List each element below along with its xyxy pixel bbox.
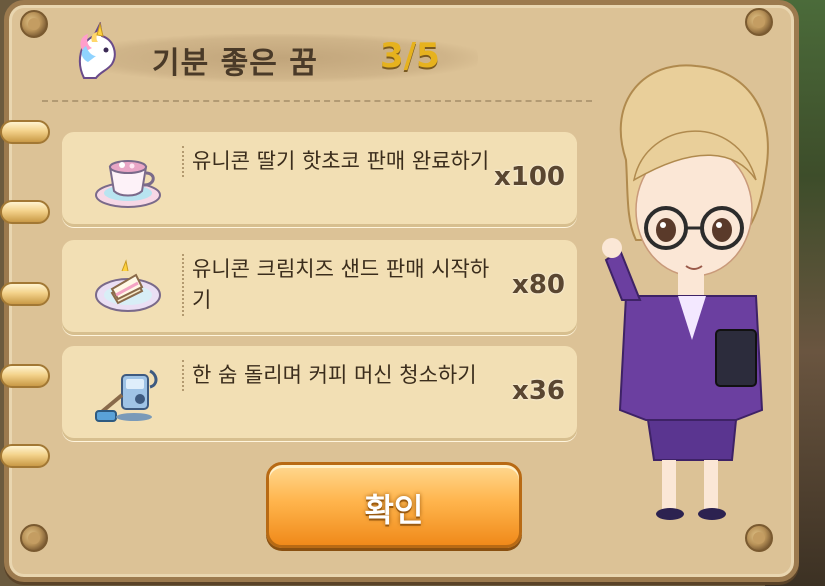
quest-title: 기분 좋은 꿈 xyxy=(152,46,318,81)
task-description: 한 숨 돌리며 커피 머신 청소하기 xyxy=(182,360,492,391)
task-description: 유니콘 크림치즈 샌드 판매 시작하기 xyxy=(182,254,492,316)
secretary-character xyxy=(602,64,769,520)
task-card: 유니콘 딸기 핫초코 판매 완료하기 x100 xyxy=(62,132,577,227)
binder-ring xyxy=(0,200,50,224)
task-count: x100 xyxy=(493,162,565,192)
binder-ring xyxy=(0,364,50,388)
quest-progress: 3/5 xyxy=(380,36,440,76)
task-card: 한 숨 돌리며 커피 머신 청소하기 x36 xyxy=(62,346,577,441)
binder-ring xyxy=(0,120,50,144)
teacup-icon xyxy=(95,160,161,208)
task-count: x80 xyxy=(512,270,565,300)
rivet-top-right xyxy=(745,8,773,36)
task-count: x36 xyxy=(512,376,565,406)
confirm-button[interactable]: 확인 xyxy=(266,462,522,548)
quest-header: 기분 좋은 꿈 3/5 xyxy=(60,20,580,90)
task-card: 유니콘 크림치즈 샌드 판매 시작하기 x80 xyxy=(62,240,577,335)
sandwich-plate-icon xyxy=(95,259,161,312)
rivet-top-left xyxy=(20,10,48,38)
cleaning-tools-icon xyxy=(95,369,158,422)
rivet-bottom-left xyxy=(20,524,48,552)
header-divider xyxy=(42,100,592,102)
unicorn-icon xyxy=(78,22,116,79)
binder-ring xyxy=(0,444,50,468)
binder-ring xyxy=(0,282,50,306)
task-description: 유니콘 딸기 핫초코 판매 완료하기 xyxy=(182,146,492,177)
confirm-button-label: 확인 xyxy=(364,491,424,529)
